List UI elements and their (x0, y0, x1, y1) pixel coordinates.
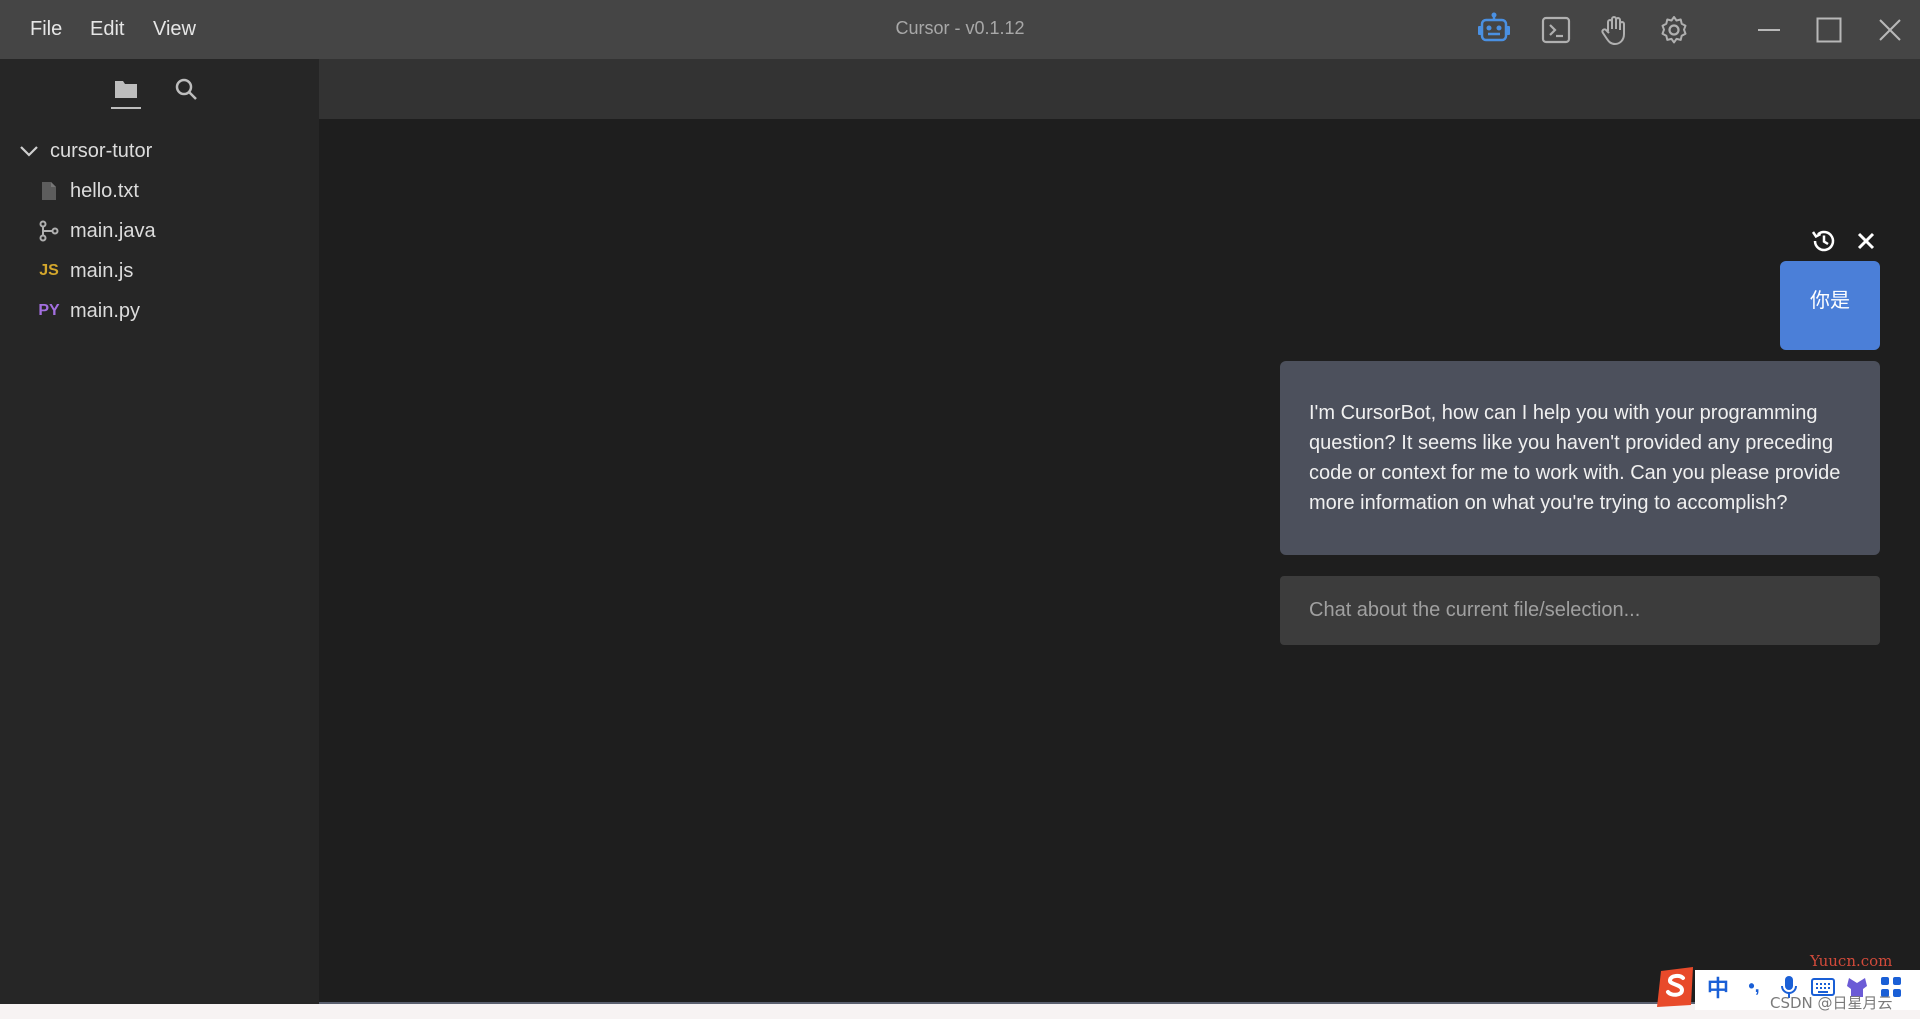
sogou-logo-icon[interactable] (1652, 964, 1700, 1010)
js-icon: JS (39, 262, 59, 279)
gear-icon[interactable] (1655, 11, 1693, 49)
file-item-main-java[interactable]: main.java (38, 211, 156, 251)
close-window-icon[interactable] (1870, 11, 1910, 49)
file-name: main.js (70, 259, 134, 282)
taskbar-strip (0, 1004, 1920, 1019)
title-bar: File Edit View Cursor - v0.1.12 (0, 0, 1920, 59)
ime-punct-toggle[interactable]: •, (1736, 969, 1772, 1005)
file-name: main.py (70, 299, 141, 322)
bot-message: I'm CursorBot, how can I help you with y… (1280, 361, 1880, 555)
user-message: 你是 (1780, 261, 1880, 350)
sidebar: cursor-tutor hello.txt main.java JS main… (0, 59, 319, 1019)
chat-input[interactable] (1280, 576, 1880, 645)
watermark-csdn: CSDN @日星月云 (1770, 994, 1893, 1012)
editor-tab-bar (319, 59, 1920, 119)
history-icon[interactable] (1808, 225, 1840, 257)
robot-icon[interactable] (1475, 11, 1513, 49)
hand-icon[interactable] (1596, 11, 1634, 49)
active-tab-indicator (111, 107, 141, 109)
folder-name: cursor-tutor (50, 139, 153, 162)
chevron-down-icon (18, 140, 40, 162)
file-icon (38, 180, 60, 202)
file-name: main.java (70, 219, 156, 242)
maximize-icon[interactable] (1809, 11, 1849, 49)
folder-cursor-tutor[interactable]: cursor-tutor (18, 131, 152, 171)
folder-icon[interactable] (110, 73, 142, 105)
file-item-main-js[interactable]: JS main.js (38, 251, 133, 291)
file-item-main-py[interactable]: PY main.py (38, 291, 140, 331)
terminal-icon[interactable] (1537, 11, 1575, 49)
file-name: hello.txt (70, 179, 139, 202)
search-icon[interactable] (170, 73, 202, 105)
editor-area[interactable] (319, 119, 1920, 1004)
sidebar-tabs (0, 59, 319, 119)
python-icon: PY (38, 302, 60, 319)
ime-lang-toggle[interactable]: 中 (1700, 969, 1736, 1005)
chat-controls (1808, 224, 1882, 258)
git-branch-icon (38, 220, 60, 242)
minimize-icon[interactable] (1749, 11, 1789, 49)
file-item-hello-txt[interactable]: hello.txt (38, 171, 139, 211)
close-icon[interactable] (1850, 225, 1882, 257)
